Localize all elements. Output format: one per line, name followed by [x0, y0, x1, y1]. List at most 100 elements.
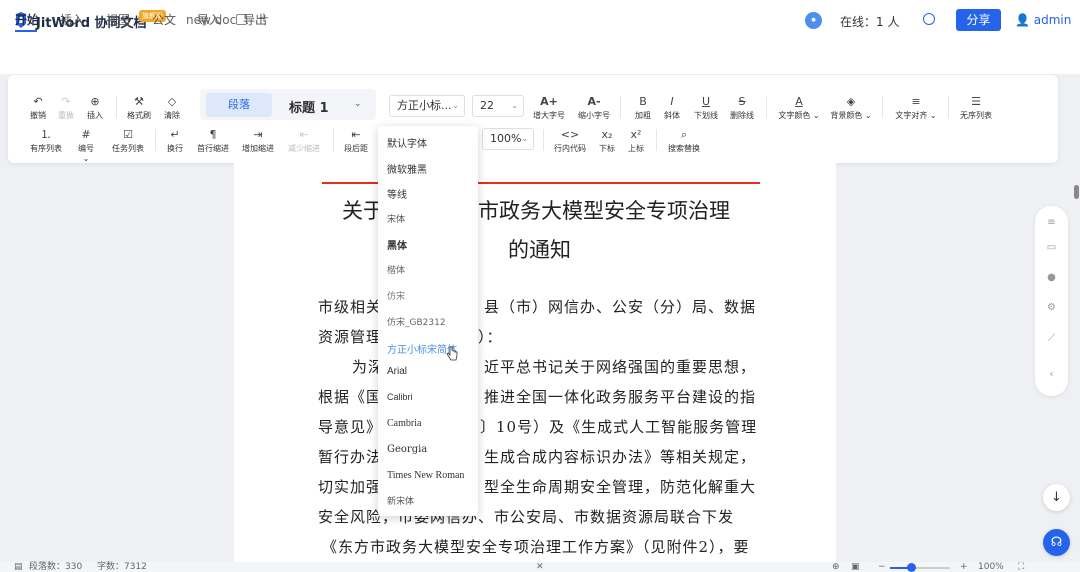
divider [882, 96, 883, 118]
font-option[interactable]: Arial [387, 366, 407, 377]
chevron-down-icon[interactable]: ⌄ [354, 99, 362, 109]
tab-insert[interactable]: 插入 [60, 11, 84, 28]
superscript-button[interactable]: x² 上标 [626, 128, 646, 154]
doc-line: 资源管理 [318, 328, 383, 346]
fullscreen-icon[interactable]: ⛶ [1018, 562, 1024, 572]
line-break-icon: ↵ [170, 128, 180, 141]
doc-line: ）： [478, 328, 503, 346]
subscript-button[interactable]: x₂ 下标 [597, 128, 617, 154]
view-mode-icon[interactable]: ▣ [851, 562, 860, 572]
font-option[interactable]: Cambria [387, 418, 421, 429]
bg-color-button[interactable]: ◈ 背景颜色 ⌄ [830, 95, 872, 121]
style-heading-option[interactable]: 标题 1 [289, 97, 329, 116]
doc-line: 市级相关 [318, 298, 383, 316]
divider [656, 129, 657, 151]
text-align-button[interactable]: ≡ 文字对齐 ⌄ [894, 95, 938, 121]
task-list-button[interactable]: ☑ 任务列表 [110, 128, 146, 154]
redo-icon: ↷ [61, 95, 71, 108]
font-increase-icon: A+ [540, 95, 558, 108]
format-brush-button[interactable]: ⚒ 格式刷 [125, 95, 153, 121]
arrow-down-icon: ↓ [1051, 490, 1062, 505]
increase-indent-button[interactable]: ⇥ 增加缩进 [240, 128, 276, 154]
doc-line: 暂行办法 [318, 448, 383, 466]
font-option[interactable]: 微软雅黑 [387, 161, 427, 176]
scroll-down-button[interactable]: ↓ [1043, 484, 1070, 511]
divider [948, 96, 949, 118]
spacing-after-button[interactable]: ⇤ 段后距 [342, 128, 370, 154]
hand-cursor-icon [446, 346, 458, 361]
share-button[interactable]: 分享 [956, 9, 1001, 31]
scrollbar-thumb[interactable] [1074, 185, 1079, 199]
first-line-indent-button[interactable]: ¶ 首行缩进 [195, 128, 231, 154]
font-option[interactable]: Calibri [387, 392, 413, 402]
font-size-decrease-button[interactable]: A- 缩小字号 [576, 95, 612, 121]
outline-icon[interactable]: ≡ [1046, 217, 1057, 228]
collapse-icon[interactable]: ✕ [536, 562, 544, 572]
font-option[interactable]: 新宋体 [387, 494, 414, 507]
word-count: 字数：7312 [97, 562, 147, 572]
help-button[interactable]: ☊ [1043, 529, 1070, 556]
underline-button[interactable]: U 下划线 [692, 95, 720, 121]
undo-button[interactable]: ↶ 撤销 [28, 95, 48, 121]
zoom-out-icon[interactable]: − [878, 562, 886, 572]
chevron-left-icon[interactable]: ‹ [1046, 369, 1057, 380]
font-option[interactable]: 黑体 [387, 237, 407, 252]
font-option[interactable]: 等线 [387, 186, 407, 201]
strikethrough-button[interactable]: S 删除线 [728, 95, 756, 121]
zoom-slider-handle[interactable] [907, 563, 916, 572]
tab-import[interactable]: 导入 [197, 11, 221, 28]
doc-line: 近平总书记关于网络强国的重要思想， [484, 358, 757, 376]
italic-button[interactable]: I 斜体 [662, 95, 682, 121]
tab-export[interactable]: 导出 [243, 11, 267, 28]
text-color-button[interactable]: A 文字颜色 ⌄ [778, 95, 820, 121]
clear-format-button[interactable]: ◇ 清除 [162, 95, 182, 121]
insert-button[interactable]: ⊕ 插入 [85, 95, 105, 121]
spacing-icon: ⇤ [351, 128, 361, 141]
bullet-list-button[interactable]: ☰ 无序列表 [958, 95, 994, 121]
zoom-select[interactable]: 100% ⌄ [482, 128, 534, 150]
style-paragraph-option[interactable]: 段落 [206, 93, 272, 117]
user-menu[interactable]: 👤 admin [1015, 13, 1071, 27]
doc-line: 切实加强 [318, 478, 383, 496]
inline-code-button[interactable]: <> 行内代码 [552, 128, 588, 154]
avatar[interactable]: ● [805, 12, 822, 29]
gear-icon[interactable]: ⚙ [1046, 302, 1057, 313]
text-color-icon: A [795, 95, 803, 108]
paragraph-icon: ¶ [209, 128, 217, 141]
magic-wand-icon[interactable]: ⟋ [1046, 333, 1057, 344]
decrease-indent-button[interactable]: ⇤ 减少缩进 [286, 128, 322, 154]
doc-line: 县（市）网信办、公安（分）局、数据 [484, 298, 757, 316]
font-option[interactable]: 仿宋_GB2312 [387, 315, 446, 328]
zoom-in-icon[interactable]: + [960, 562, 968, 572]
comment-icon[interactable]: ▭ [1046, 242, 1057, 253]
tab-start[interactable]: 开始 [15, 11, 39, 28]
font-family-select[interactable]: 方正小标... ⌄ [389, 95, 465, 117]
format-brush-icon: ⚒ [134, 95, 144, 108]
font-size-increase-button[interactable]: A+ 增大字号 [531, 95, 567, 121]
font-option[interactable]: Georgia [387, 444, 427, 455]
tab-view[interactable]: 视图 [106, 11, 130, 28]
ordered-list-button[interactable]: ⒈ 有序列表 [28, 128, 64, 154]
font-size-select[interactable]: 22 ⌄ [472, 95, 524, 117]
tab-official[interactable]: 公文 [152, 11, 176, 28]
font-option[interactable]: 仿宋 [387, 289, 405, 302]
redo-button[interactable]: ↷ 重做 [56, 95, 76, 121]
divider [116, 96, 117, 118]
font-option[interactable]: 宋体 [387, 212, 405, 225]
ordered-list-icon: ⒈ [40, 128, 52, 141]
chevron-down-icon: ⌄ [452, 101, 459, 110]
bold-button[interactable]: B 加粗 [633, 95, 653, 121]
font-option[interactable]: 默认字体 [387, 135, 427, 150]
active-tab-indicator [15, 30, 37, 32]
globe-icon[interactable] [923, 13, 935, 25]
doc-title-right: 市政务大模型安全专项治理 [478, 199, 730, 223]
info-icon[interactable]: ● [1046, 272, 1057, 283]
globe-icon[interactable]: ⊕ [832, 562, 840, 572]
doc-line: 导意见》 [318, 418, 383, 436]
search-replace-button[interactable]: ⌕ 搜索替换 [666, 128, 702, 154]
line-break-button[interactable]: ↵ 换行 [165, 128, 185, 154]
font-option[interactable]: 楷体 [387, 263, 405, 276]
numbering-button[interactable]: # 编号 ⌄ [74, 128, 98, 163]
user-icon: 👤 [1015, 13, 1034, 27]
font-option[interactable]: Times New Roman [387, 470, 464, 481]
